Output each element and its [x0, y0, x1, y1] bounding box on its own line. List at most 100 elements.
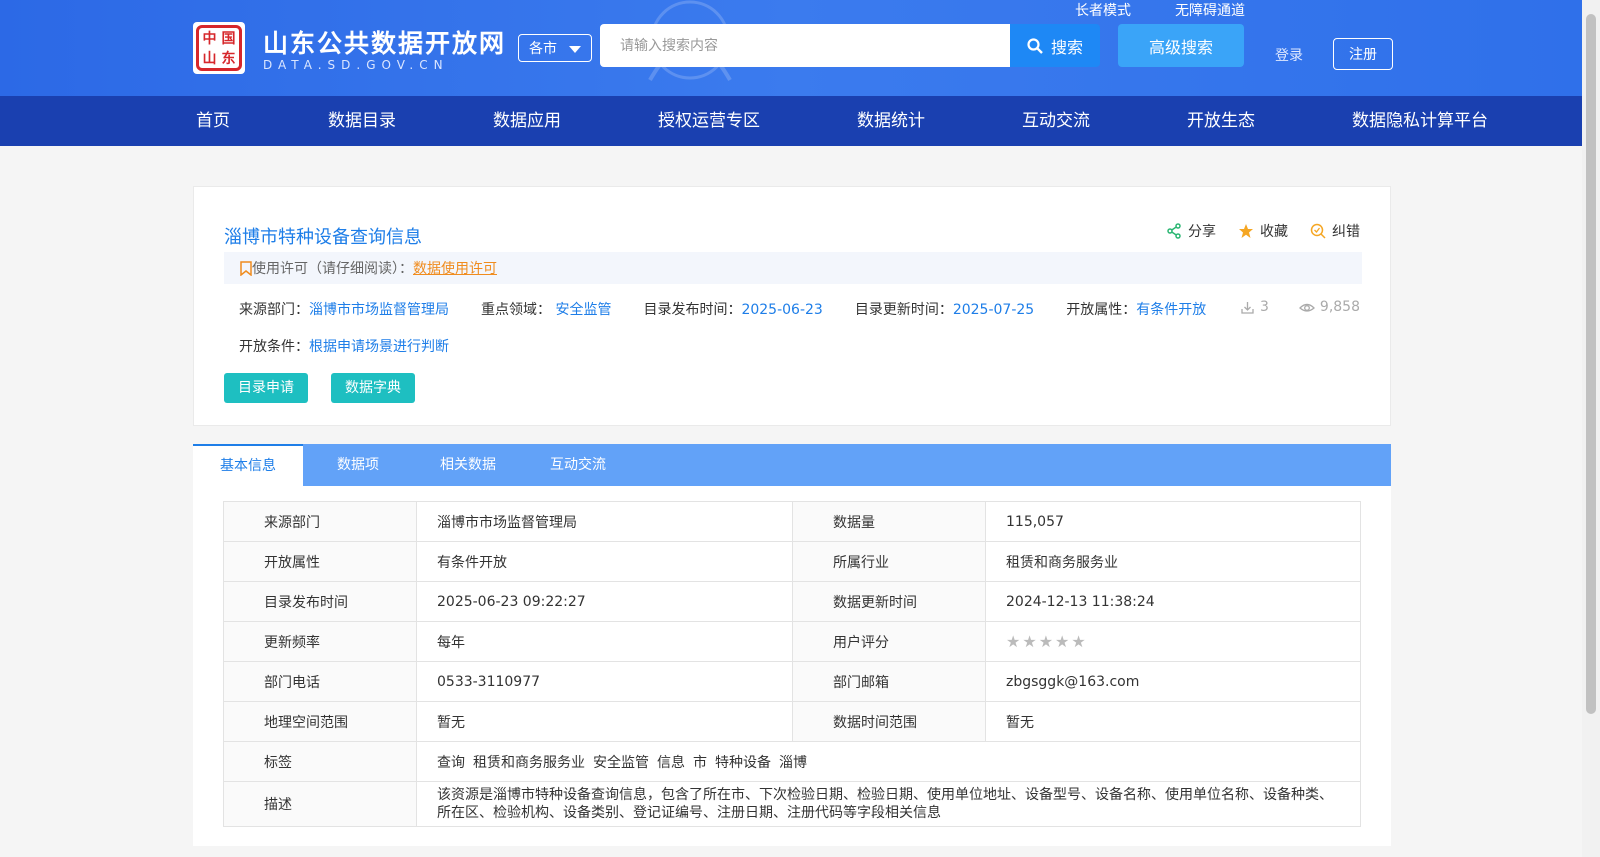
correct-button[interactable]: 纠错 [1310, 221, 1360, 241]
tag[interactable]: 安全监管 [593, 755, 649, 771]
search-input[interactable] [600, 24, 1010, 67]
field-label: 数据时间范围 [792, 701, 986, 742]
download-count: 3 [1259, 299, 1269, 315]
field-label: 数据量 [792, 501, 986, 542]
license-label: 使用许可（请仔细阅读）： [252, 261, 413, 277]
scrollbar-thumb[interactable] [1586, 14, 1596, 714]
nav-item-interaction[interactable]: 互动交流 [1022, 96, 1090, 146]
user-rating[interactable]: ★ ★ ★ ★ ★ [985, 621, 1361, 662]
advanced-search-button[interactable]: 高级搜索 [1118, 24, 1244, 67]
field-value: 租赁和商务服务业 [985, 541, 1361, 582]
logo-glyph: 中 [202, 31, 217, 47]
favorite-button[interactable]: 收藏 [1238, 221, 1288, 241]
nav-item-applications[interactable]: 数据应用 [493, 96, 561, 146]
catalog-apply-button[interactable]: 目录申请 [224, 373, 308, 403]
city-select-label: 各市 [529, 41, 557, 57]
basic-info-table: 来源部门 淄博市市场监督管理局 数据量 115,057 开放属性 有条件开放 所… [223, 501, 1361, 827]
dataset-title: 淄博市特种设备查询信息 [224, 227, 422, 248]
logo-glyph: 山 [202, 51, 217, 67]
caret-down-icon [569, 46, 581, 53]
table-row: 目录发布时间 2025-06-23 09:22:27 数据更新时间 2024-1… [223, 581, 1361, 622]
field-label: 描述 [223, 781, 417, 827]
tag[interactable]: 信息 [657, 755, 685, 771]
view-icon [1298, 303, 1315, 312]
table-row: 标签 查询 租赁和商务服务业 安全监管 信息市特种设备 淄博 [223, 741, 1361, 782]
rating-stars[interactable]: ★ ★ ★ ★ ★ [1006, 632, 1088, 651]
table-row: 地理空间范围 暂无 数据时间范围 暂无 [223, 701, 1361, 742]
tag[interactable]: 淄博 [779, 755, 807, 771]
field-label: 目录发布时间 [223, 581, 417, 622]
nav-item-home[interactable]: 首页 [196, 96, 230, 146]
logo-glyph: 东 [221, 51, 236, 67]
field-value: 暂无 [985, 701, 1361, 742]
meta-open-label: 开放属性： [1066, 302, 1137, 318]
dataset-card: 淄博市特种设备查询信息 分享 收藏 纠错 使用许可（请仔细阅读）： 数据使用许可… [193, 186, 1391, 426]
star-icon[interactable]: ★ [1022, 632, 1036, 651]
open-condition: 开放条件：根据申请场景进行判断 [239, 336, 449, 356]
field-label: 来源部门 [223, 501, 417, 542]
field-value: 2024-12-13 11:38:24 [985, 581, 1361, 622]
dataset-actions: 分享 收藏 纠错 [1166, 221, 1360, 241]
field-label: 部门电话 [223, 661, 417, 702]
field-value: 暂无 [416, 701, 793, 742]
elder-mode-link[interactable]: 长者模式 [1075, 0, 1131, 20]
condition-label: 开放条件： [239, 339, 309, 355]
field-label: 用户评分 [792, 621, 986, 662]
nav-item-ecosystem[interactable]: 开放生态 [1187, 96, 1255, 146]
site-title: 山东公共数据开放网 [263, 29, 507, 58]
search-button[interactable]: 搜索 [1010, 24, 1100, 67]
tag[interactable]: 租赁和商务服务业 [473, 755, 585, 771]
dataset-meta: 来源部门：淄博市市场监督管理局 重点领域： 安全监管 目录发布时间：2025-0… [239, 299, 1238, 319]
accessibility-link[interactable]: 无障碍通道 [1175, 0, 1245, 20]
meta-update-value: 2025-07-25 [952, 302, 1035, 318]
search-icon [1027, 37, 1043, 54]
city-select[interactable]: 各市 [518, 34, 592, 62]
field-value: 每年 [416, 621, 793, 662]
data-dictionary-button[interactable]: 数据字典 [331, 373, 415, 403]
basic-info-panel: 来源部门 淄博市市场监督管理局 数据量 115,057 开放属性 有条件开放 所… [193, 486, 1391, 846]
detail-tabs: 基本信息 数据项 相关数据 互动交流 [193, 444, 1391, 486]
meta-source-value[interactable]: 淄博市市场监督管理局 [309, 302, 449, 318]
share-icon [1167, 223, 1181, 239]
bookmark-icon [240, 260, 252, 276]
tag[interactable]: 市 [693, 755, 707, 771]
description-value: 该资源是淄博市特种设备查询信息，包含了所在市、下次检验日期、检验日期、使用单位地… [416, 781, 1361, 827]
tag[interactable]: 查询 [437, 755, 465, 771]
meta-publish-label: 目录发布时间： [643, 302, 742, 318]
star-icon[interactable]: ★ [1006, 632, 1020, 651]
share-button[interactable]: 分享 [1166, 221, 1216, 241]
meta-domain-value[interactable]: 安全监管 [555, 302, 611, 318]
field-label: 标签 [223, 741, 417, 782]
table-row: 来源部门 淄博市市场监督管理局 数据量 115,057 [223, 501, 1361, 542]
star-icon[interactable]: ★ [1039, 632, 1053, 651]
nav-item-privacy-platform[interactable]: 数据隐私计算平台 [1352, 96, 1488, 146]
site-logo[interactable]: 中 国 山 东 [193, 22, 245, 74]
field-value: 有条件开放 [416, 541, 793, 582]
license-bar: 使用许可（请仔细阅读）： 数据使用许可 [224, 252, 1362, 284]
field-value: 淄博市市场监督管理局 [416, 501, 793, 542]
table-row: 更新频率 每年 用户评分 ★ ★ ★ ★ ★ [223, 621, 1361, 662]
nav-item-authorized-ops[interactable]: 授权运营专区 [658, 96, 760, 146]
tab-basic-info[interactable]: 基本信息 [193, 444, 303, 486]
tab-interaction[interactable]: 互动交流 [523, 444, 633, 486]
meta-domain-label: 重点领域： [481, 302, 551, 318]
nav-item-catalog[interactable]: 数据目录 [328, 96, 396, 146]
field-label: 数据更新时间 [792, 581, 986, 622]
tag[interactable]: 特种设备 [715, 755, 771, 771]
logo-glyph: 国 [221, 31, 236, 47]
star-icon[interactable]: ★ [1055, 632, 1069, 651]
tab-data-items[interactable]: 数据项 [303, 444, 413, 486]
download-icon [1241, 301, 1254, 314]
field-value: 2025-06-23 09:22:27 [416, 581, 793, 622]
register-button[interactable]: 注册 [1333, 38, 1393, 70]
login-link[interactable]: 登录 [1275, 45, 1303, 65]
nav-item-statistics[interactable]: 数据统计 [857, 96, 925, 146]
dataset-stats: 3 9,858 [1240, 299, 1360, 315]
view-count: 9,858 [1319, 299, 1360, 315]
field-label: 地理空间范围 [223, 701, 417, 742]
star-icon[interactable]: ★ [1071, 632, 1085, 651]
tab-related-data[interactable]: 相关数据 [413, 444, 523, 486]
condition-value[interactable]: 根据申请场景进行判断 [309, 339, 449, 355]
site-subtitle: DATA.SD.GOV.CN [263, 58, 449, 72]
license-link[interactable]: 数据使用许可 [413, 258, 497, 278]
